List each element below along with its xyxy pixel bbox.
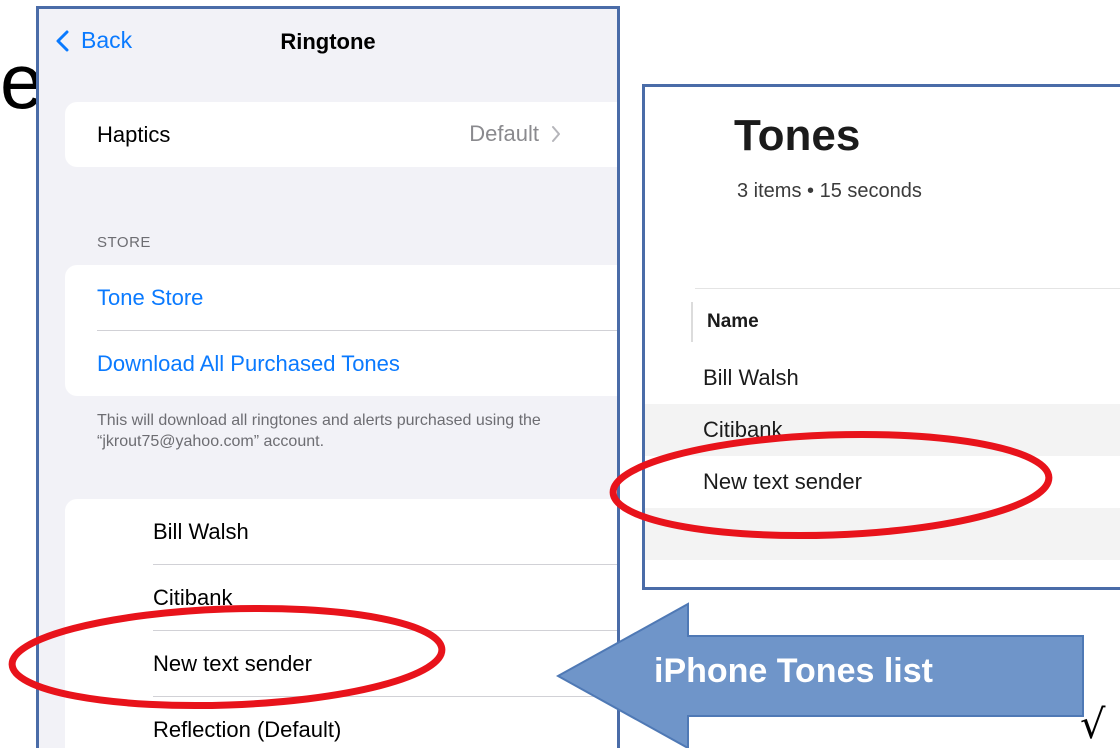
nav-bar: Back Ringtone <box>39 9 617 69</box>
page-title: Ringtone <box>280 29 376 54</box>
ringtone-list: Bill Walsh Citibank New text sender Refl… <box>65 499 617 748</box>
tone-row[interactable]: Bill Walsh <box>645 352 1120 404</box>
haptics-label: Haptics <box>97 121 171 147</box>
itunes-tones-panel: Tones 3 items • 15 seconds Name Bill Wal… <box>642 84 1120 590</box>
chevron-right-icon <box>552 126 560 142</box>
tone-row-empty <box>645 508 1120 560</box>
ringtone-item[interactable]: Citibank <box>65 565 617 630</box>
store-section-header: STORE <box>97 234 151 251</box>
ringtone-item[interactable]: Reflection (Default) <box>65 697 617 748</box>
name-column-header[interactable]: Name <box>691 302 759 342</box>
callout-label: iPhone Tones list <box>654 652 933 690</box>
tone-store-link[interactable]: Tone Store <box>65 265 617 330</box>
ringtone-item[interactable]: New text sender <box>65 631 617 696</box>
haptics-value: Default <box>469 121 561 147</box>
ringtone-item[interactable]: Bill Walsh <box>65 499 617 564</box>
store-footer-note: This will download all ringtones and ale… <box>97 412 541 450</box>
download-all-purchased-tones-link[interactable]: Download All Purchased Tones <box>65 331 617 396</box>
header-divider <box>695 288 1120 289</box>
tone-row[interactable]: New text sender <box>645 456 1120 508</box>
iphone-ringtone-screen: Back Ringtone Haptics Default STORE Tone… <box>36 6 620 748</box>
checkmark: √ <box>1080 702 1106 748</box>
tone-row[interactable]: Citibank <box>645 404 1120 456</box>
haptics-value-text: Default <box>469 121 539 146</box>
tones-title: Tones <box>734 111 861 160</box>
store-group: Tone Store Download All Purchased Tones <box>65 265 617 396</box>
tones-summary: 3 items • 15 seconds <box>737 180 922 202</box>
